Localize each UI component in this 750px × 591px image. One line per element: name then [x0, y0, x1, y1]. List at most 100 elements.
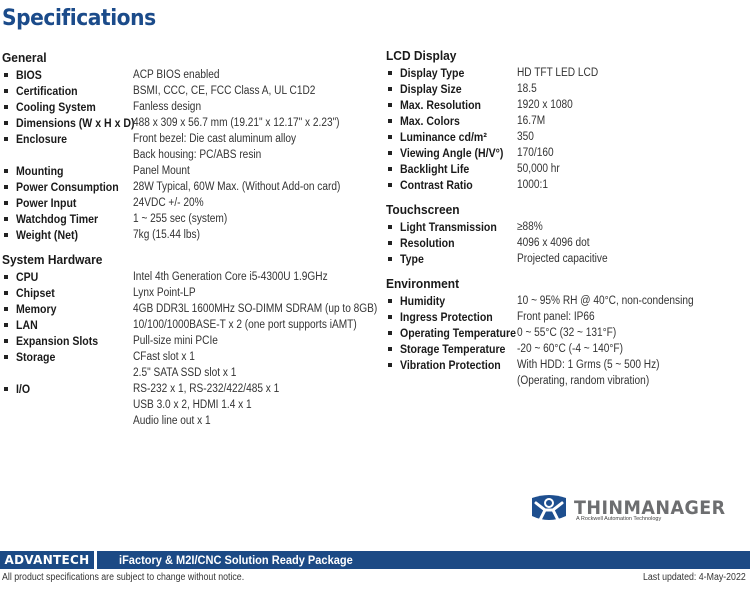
spec-value-line: 18.5 [517, 83, 537, 95]
spec-label: Certification [16, 84, 78, 98]
spec-value: Projected capacitive [517, 251, 620, 267]
bullet-icon [4, 217, 8, 221]
spec-value: 4096 x 4096 dot [517, 235, 600, 251]
spec-section: Touchscreen Light Transmission ≥88% Resolut… [386, 201, 748, 267]
footer-title: iFactory & M2I/CNC Solution Ready Packag… [119, 553, 353, 567]
spec-label: Ingress Protection [400, 310, 493, 324]
thinmanager-person-icon [532, 495, 566, 522]
spec-value: Front bezel: Die cast aluminum alloy Back… [133, 131, 318, 163]
spec-row: Ingress Protection Front panel: IP66 [386, 309, 748, 325]
spec-row: Humidity 10 ~ 95% RH @ 40°C, non-condensi… [386, 293, 748, 309]
spec-label: Display Type [400, 66, 465, 80]
bullet-icon [4, 323, 8, 327]
spec-value-line: 16.7M [517, 115, 546, 127]
spec-value-line: 170/160 [517, 147, 554, 159]
spec-label: CPU [16, 270, 39, 284]
spec-row: Weight (Net) 7kg (15.44 lbs) [2, 227, 377, 243]
spec-value-line: With HDD: 1 Grms (5 ~ 500 Hz) [517, 359, 660, 371]
bullet-icon [388, 103, 392, 107]
spec-row: Max. Colors 16.7M [386, 113, 748, 129]
spec-section: General BIOS ACP BIOS enabled Certification… [2, 49, 377, 243]
bullet-icon [388, 87, 392, 91]
disclaimer: All product specifications are subject t… [2, 572, 245, 583]
spec-row: Watchdog Timer 1 ~ 255 sec (system) [2, 211, 377, 227]
spec-section: LCD Display Display Type HD TFT LED LCD Dis… [386, 47, 748, 193]
spec-value-line: 4GB DDR3L 1600MHz SO-DIMM SDRAM (up to 8… [133, 303, 378, 315]
spec-value: Panel Mount [133, 163, 198, 179]
spec-value: 488 x 309 x 56.7 mm (19.21" x 12.17" x 2… [133, 115, 368, 131]
bullet-icon [4, 201, 8, 205]
spec-row: Cooling System Fanless design [2, 99, 377, 115]
spec-value-line: CFast slot x 1 [133, 351, 195, 363]
spec-value-line: ≥88% [517, 221, 543, 233]
advantech-logo: ADVANTECH [0, 551, 97, 569]
spec-value-line: HD TFT LED LCD [517, 67, 599, 79]
bullet-icon [388, 241, 392, 245]
spec-label: LAN [16, 318, 38, 332]
spec-value: RS-232 x 1, RS-232/422/485 x 1 USB 3.0 x … [133, 381, 299, 429]
spec-value: CFast slot x 1 2.5" SATA SSD slot x 1 [133, 349, 250, 381]
bullet-icon [388, 299, 392, 303]
spec-value: Front panel: IP66 [517, 309, 605, 325]
bullet-icon [4, 185, 8, 189]
spec-label: Cooling System [16, 100, 96, 114]
bullet-icon [4, 387, 8, 391]
spec-value-line: 50,000 hr [517, 163, 560, 175]
section-title: LCD Display [386, 48, 457, 63]
spec-section: Environment Humidity 10 ~ 95% RH @ 40°C, n… [386, 275, 748, 389]
bullet-icon [4, 233, 8, 237]
spec-value-line: USB 3.0 x 2, HDMI 1.4 x 1 [133, 399, 252, 411]
spec-label: Max. Colors [400, 114, 460, 128]
spec-row: Display Type HD TFT LED LCD [386, 65, 748, 81]
spec-value-line: 10/100/1000BASE-T x 2 (one port supports… [133, 319, 357, 331]
spec-label: Humidity [400, 294, 446, 308]
spec-row: Mounting Panel Mount [2, 163, 377, 179]
spec-value-line: ACP BIOS enabled [133, 69, 220, 81]
spec-value-line: 4096 x 4096 dot [517, 237, 590, 249]
spec-value: 1 ~ 255 sec (system) [133, 211, 240, 227]
spec-row: Dimensions (W x H x D) 488 x 309 x 56.7 m… [2, 115, 377, 131]
spec-row: Display Size 18.5 [386, 81, 748, 97]
spec-row: BIOS ACP BIOS enabled [2, 67, 377, 83]
spec-value: Pull-size mini PCIe [133, 333, 230, 349]
bullet-icon [4, 291, 8, 295]
spec-value: 18.5 [517, 81, 539, 97]
spec-label: I/O [16, 382, 31, 396]
bullet-icon [4, 307, 8, 311]
spec-row: I/O RS-232 x 1, RS-232/422/485 x 1 USB 3.0… [2, 381, 377, 429]
spec-value-line: Front bezel: Die cast aluminum alloy [133, 133, 297, 145]
spec-value: 50,000 hr [517, 161, 566, 177]
spec-row: Max. Resolution 1920 x 1080 [386, 97, 748, 113]
spec-row: Viewing Angle (H/V°) 170/160 [386, 145, 748, 161]
spec-value: ≥88% [517, 219, 546, 235]
section-title: System Hardware [2, 252, 103, 267]
section-title: Environment [386, 276, 460, 291]
bullet-icon [4, 355, 8, 359]
spec-value-line: 28W Typical, 60W Max. (Without Add-on ca… [133, 181, 341, 193]
bullet-icon [4, 73, 8, 77]
spec-value: -20 ~ 60°C (-4 ~ 140°F) [517, 341, 637, 357]
bullet-icon [388, 151, 392, 155]
spec-label: Vibration Protection [400, 358, 501, 372]
spec-row: Contrast Ratio 1000:1 [386, 177, 748, 193]
spec-row: Light Transmission ≥88% [386, 219, 748, 235]
spec-value: 4GB DDR3L 1600MHz SO-DIMM SDRAM (up to 8… [133, 301, 411, 317]
spec-label: Viewing Angle (H/V°) [400, 146, 504, 160]
spec-label: Weight (Net) [16, 228, 78, 242]
bullet-icon [388, 331, 392, 335]
spec-value-line: 7kg (15.44 lbs) [133, 229, 200, 241]
bullet-icon [388, 71, 392, 75]
spec-label: Luminance cd/m² [400, 130, 487, 144]
bullet-icon [388, 257, 392, 261]
bullet-icon [388, 315, 392, 319]
spec-value: 350 [517, 129, 536, 145]
spec-label: Chipset [16, 286, 55, 300]
bullet-icon [4, 275, 8, 279]
spec-label: Power Consumption [16, 180, 119, 194]
spec-row: Backlight Life 50,000 hr [386, 161, 748, 177]
spec-value-line: Back housing: PC/ABS resin [133, 149, 262, 161]
spec-value: 1920 x 1080 [517, 97, 580, 113]
spec-row: Enclosure Front bezel: Die cast aluminum … [2, 131, 377, 163]
spec-value: BSMI, CCC, CE, FCC Class A, UL C1D2 [133, 83, 340, 99]
spec-label: Backlight Life [400, 162, 470, 176]
